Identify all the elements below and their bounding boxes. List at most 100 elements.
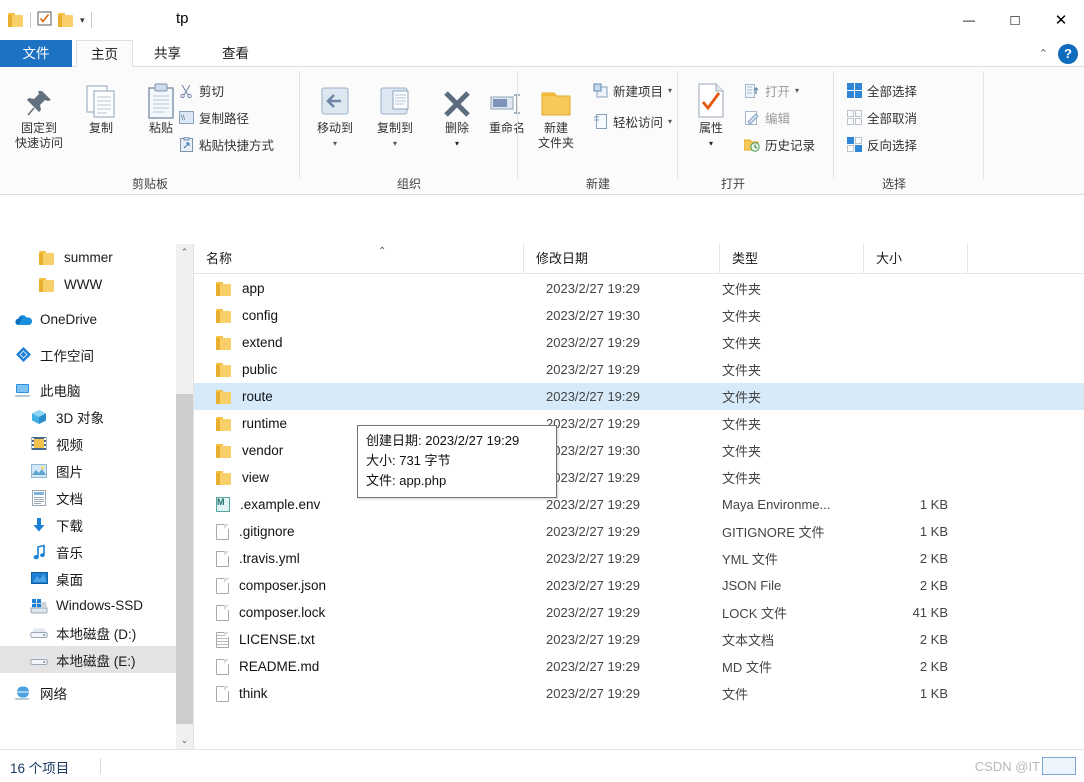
table-row[interactable]: runtime 2023/2/27 19:29 文件夹: [194, 410, 1084, 437]
nav-item-label: 网络: [40, 686, 67, 702]
scroll-down-icon[interactable]: ⌄: [176, 732, 193, 749]
text-file-icon: [216, 631, 229, 648]
tab-view[interactable]: 查看: [208, 40, 263, 67]
file-name: public: [242, 362, 278, 377]
properties-caret-icon[interactable]: ▾: [682, 136, 740, 151]
table-row[interactable]: route 2023/2/27 19:29 文件夹: [194, 383, 1084, 410]
ribbon-group-label-new: 新建: [585, 177, 610, 191]
maximize-button[interactable]: □: [992, 0, 1038, 40]
file-size: 1 KB: [919, 524, 948, 539]
table-row[interactable]: think 2023/2/27 19:29 文件 1 KB: [194, 680, 1084, 707]
nav-item-local-disk-d[interactable]: 本地磁盘 (D:): [0, 619, 176, 646]
navigation-pane[interactable]: summer WWW OneDrive 工作空间 此电脑 3D 对象 视频 图片…: [0, 244, 176, 749]
new-folder-button[interactable]: 新建 文件夹: [522, 73, 590, 151]
table-row[interactable]: vendor 2023/2/27 19:30 文件夹: [194, 437, 1084, 464]
properties-button[interactable]: 属性 ▾: [682, 73, 740, 151]
ribbon-group-new: 新建 文件夹 新建项目 ▾ 轻松访问 ▾ 新建: [518, 67, 678, 195]
copy-button[interactable]: 复制: [70, 73, 132, 136]
nav-item-summer[interactable]: summer: [0, 244, 176, 271]
file-list[interactable]: app 2023/2/27 19:29 文件夹 config 2023/2/27…: [194, 275, 1084, 745]
nav-item-workspace[interactable]: 工作空间: [0, 341, 176, 368]
column-header-name[interactable]: 名称: [194, 244, 524, 274]
new-item-button[interactable]: 新建项目 ▾: [592, 81, 672, 100]
table-row[interactable]: app 2023/2/27 19:29 文件夹: [194, 275, 1084, 302]
easy-access-icon: [592, 114, 608, 130]
nav-item-onedrive[interactable]: OneDrive: [0, 306, 176, 333]
open-caret-icon[interactable]: ▾: [795, 86, 799, 95]
tooltip-file: 文件: app.php: [366, 473, 447, 488]
easy-access-button[interactable]: 轻松访问 ▾: [592, 112, 672, 131]
cut-button[interactable]: 剪切: [178, 81, 224, 100]
nav-item-label: 本地磁盘 (D:): [56, 626, 137, 642]
navigation-pane-scrollbar[interactable]: ⌃ ⌄: [176, 244, 193, 749]
move-to-caret-icon[interactable]: ▾: [304, 136, 366, 151]
copy-path-button[interactable]: \\ 复制路径: [178, 108, 249, 127]
folder-icon: [216, 308, 232, 323]
nav-item-this-pc[interactable]: 此电脑: [0, 376, 176, 403]
qat-dropdown-icon[interactable]: ▾: [80, 15, 85, 26]
nav-item-pictures[interactable]: 图片: [0, 457, 176, 484]
table-row[interactable]: composer.lock 2023/2/27 19:29 LOCK 文件 41…: [194, 599, 1084, 626]
collapse-ribbon-icon[interactable]: ⌃: [1039, 47, 1048, 60]
nav-item-network[interactable]: 网络: [0, 679, 176, 706]
table-row[interactable]: LICENSE.txt 2023/2/27 19:29 文本文档 2 KB: [194, 626, 1084, 653]
nav-item-documents[interactable]: 文档: [0, 484, 176, 511]
nav-gap-2: [0, 333, 176, 341]
column-header-type[interactable]: 类型: [720, 244, 864, 274]
qat-divider-2: [90, 12, 92, 28]
edit-button[interactable]: 编辑: [744, 108, 790, 127]
table-row[interactable]: extend 2023/2/27 19:29 文件夹: [194, 329, 1084, 356]
table-row[interactable]: public 2023/2/27 19:29 文件夹: [194, 356, 1084, 383]
new-item-caret-icon[interactable]: ▾: [668, 86, 672, 95]
table-row[interactable]: README.md 2023/2/27 19:29 MD 文件 2 KB: [194, 653, 1084, 680]
tab-share[interactable]: 共享: [140, 40, 195, 67]
invert-selection-button[interactable]: 反向选择: [846, 135, 917, 154]
column-header-size[interactable]: 大小: [864, 244, 968, 274]
select-none-button[interactable]: 全部取消: [846, 108, 917, 127]
new-folder-qat-icon[interactable]: [58, 13, 74, 27]
table-row[interactable]: config 2023/2/27 19:30 文件夹: [194, 302, 1084, 329]
help-button[interactable]: ?: [1058, 43, 1078, 64]
nav-item-local-disk-e[interactable]: 本地磁盘 (E:): [0, 646, 176, 673]
file-name-cell: .travis.yml: [216, 550, 300, 567]
nav-item-desktop[interactable]: 桌面: [0, 565, 176, 592]
table-row[interactable]: M .example.env 2023/2/27 19:29 Maya Envi…: [194, 491, 1084, 518]
file-type: JSON File: [722, 578, 782, 593]
copy-to-caret-icon[interactable]: ▾: [364, 136, 426, 151]
table-row[interactable]: composer.json 2023/2/27 19:29 JSON File …: [194, 572, 1084, 599]
easy-access-label: 轻松访问: [613, 116, 664, 130]
move-to-button[interactable]: 移动到 ▾: [304, 73, 366, 151]
paste-shortcut-button[interactable]: 粘贴快捷方式: [178, 135, 274, 154]
tab-home[interactable]: 主页: [76, 40, 133, 67]
pin-to-quick-access-button[interactable]: 固定到 快速访问: [8, 73, 70, 151]
delete-caret-icon[interactable]: ▾: [426, 136, 488, 151]
nav-item-windows-ssd[interactable]: Windows-SSD: [0, 592, 176, 619]
open-button[interactable]: 打开 ▾: [744, 81, 799, 100]
scrollbar-thumb[interactable]: [176, 394, 193, 724]
file-date: 2023/2/27 19:29: [546, 497, 640, 512]
nav-item-videos[interactable]: 视频: [0, 430, 176, 457]
history-button[interactable]: 历史记录: [744, 135, 815, 154]
table-row[interactable]: .travis.yml 2023/2/27 19:29 YML 文件 2 KB: [194, 545, 1084, 572]
select-all-button[interactable]: 全部选择: [846, 81, 917, 100]
ribbon-group-organize: 移动到 ▾ 复制到 ▾ 删除 ▾ 重命名 组织: [300, 67, 525, 195]
folder-icon: [216, 281, 232, 296]
close-button[interactable]: ✕: [1038, 0, 1084, 40]
file-date: 2023/2/27 19:29: [546, 281, 640, 296]
minimize-button[interactable]: —: [946, 0, 992, 40]
copy-to-button[interactable]: 复制到 ▾: [364, 73, 426, 151]
nav-item-music[interactable]: 音乐: [0, 538, 176, 565]
table-row[interactable]: view 2023/2/27 19:29 文件夹: [194, 464, 1084, 491]
drive-icon: [30, 624, 48, 642]
scroll-up-icon[interactable]: ⌃: [176, 244, 193, 261]
table-row[interactable]: .gitignore 2023/2/27 19:29 GITIGNORE 文件 …: [194, 518, 1084, 545]
nav-item-3d-objects[interactable]: 3D 对象: [0, 403, 176, 430]
nav-item-downloads[interactable]: 下载: [0, 511, 176, 538]
tab-file[interactable]: 文件: [0, 40, 72, 67]
nav-item-www[interactable]: WWW: [0, 271, 176, 298]
properties-check-icon[interactable]: [37, 11, 52, 29]
column-header-date-modified[interactable]: 修改日期: [524, 244, 720, 274]
file-name-cell: extend: [216, 335, 283, 350]
file-date: 2023/2/27 19:29: [546, 416, 640, 431]
easy-access-caret-icon[interactable]: ▾: [668, 117, 672, 126]
